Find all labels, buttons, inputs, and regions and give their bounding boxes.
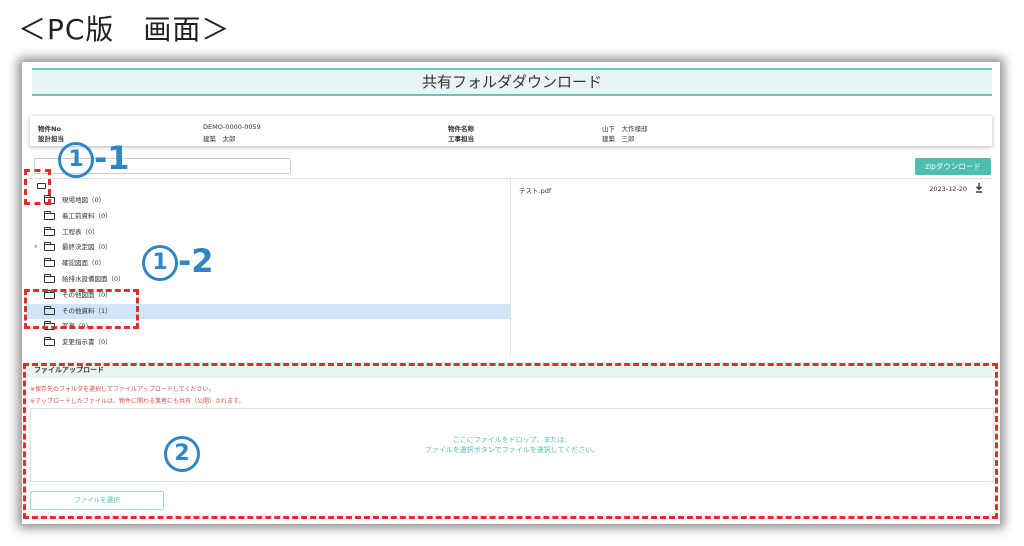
tree-folder-label: 変更指示書（0） <box>62 338 112 347</box>
property-no-value: DEMO-0000-0059 <box>203 123 261 131</box>
tree-folder-item[interactable]: 着工前資料（0） <box>26 209 510 224</box>
download-icon[interactable] <box>975 183 983 193</box>
tree-folder-item[interactable]: 現場地図（0） <box>26 193 510 208</box>
folder-icon <box>44 274 55 283</box>
tree-folder-label: 最終決定図（0） <box>62 243 112 252</box>
annotation-1-2-suffix: -2 <box>178 242 214 280</box>
annotation-1-2: 1 -2 <box>142 245 214 281</box>
folder-icon <box>44 337 55 347</box>
annotation-1-2-number: 1 <box>142 245 178 281</box>
tree-folder-item[interactable]: 変更指示書（0） <box>26 335 510 350</box>
highlight-selected-folder <box>24 289 139 329</box>
folder-icon <box>44 242 55 252</box>
property-name-value: 山下 大作様邸 <box>602 125 648 133</box>
highlight-root-folder <box>24 169 51 205</box>
tree-folder-label: 確認図面（0） <box>62 259 106 268</box>
page-title: 共有フォルダダウンロード <box>32 68 992 96</box>
tree-folder-label: 工程表（0） <box>62 227 99 236</box>
folder-icon <box>44 210 55 220</box>
chevron-right-icon[interactable]: › <box>34 240 38 255</box>
zip-download-button[interactable]: zipダウンロード <box>915 158 991 175</box>
annotation-2: 2 <box>164 436 200 472</box>
tree-folder-item[interactable]: 工程表（0） <box>26 225 510 240</box>
tree-folder-item[interactable]: › 最終決定図（0） <box>26 240 510 255</box>
file-list-panel: テスト.pdf 2023-12-20 <box>511 178 993 357</box>
tree-folder-label: 現場地図（0） <box>62 196 106 204</box>
tree-folder-item[interactable]: 給排水設備図面（0） <box>26 272 510 287</box>
annotation-1-1: 1 -1 <box>58 142 130 178</box>
annotation-1-1-number: 1 <box>58 142 94 178</box>
tree-folder-label: 着工前資料（0） <box>62 211 112 220</box>
folder-icon <box>44 258 55 268</box>
page-caption: ＜PC版 画面＞ <box>18 13 231 46</box>
file-name[interactable]: テスト.pdf <box>519 185 551 195</box>
property-name-label: 物件名称 <box>448 125 474 133</box>
folder-icon <box>44 226 55 236</box>
folder-tree-panel: 現場地図（0） 着工前資料（0） 工程表（0） › 最終決定図（0） 確認図面（0） 給排水… <box>26 178 511 357</box>
tree-folder-item[interactable]: 確認図面（0） <box>26 256 510 271</box>
tree-folder-label: 給排水設備図面（0） <box>62 275 125 283</box>
construction-value: 建築 三郎 <box>602 135 635 143</box>
designer-value: 建築 太郎 <box>203 135 236 143</box>
file-date: 2023-12-20 <box>929 185 967 193</box>
annotation-2-number: 2 <box>164 436 200 472</box>
property-info-card: 物件No DEMO-0000-0059 設計担当 建築 太郎 物件名称 山下 大… <box>30 116 992 146</box>
property-no-label: 物件No <box>38 125 61 133</box>
file-row[interactable]: テスト.pdf 2023-12-20 <box>511 179 993 195</box>
annotation-1-1-suffix: -1 <box>94 139 130 177</box>
construction-label: 工事担当 <box>448 135 474 143</box>
